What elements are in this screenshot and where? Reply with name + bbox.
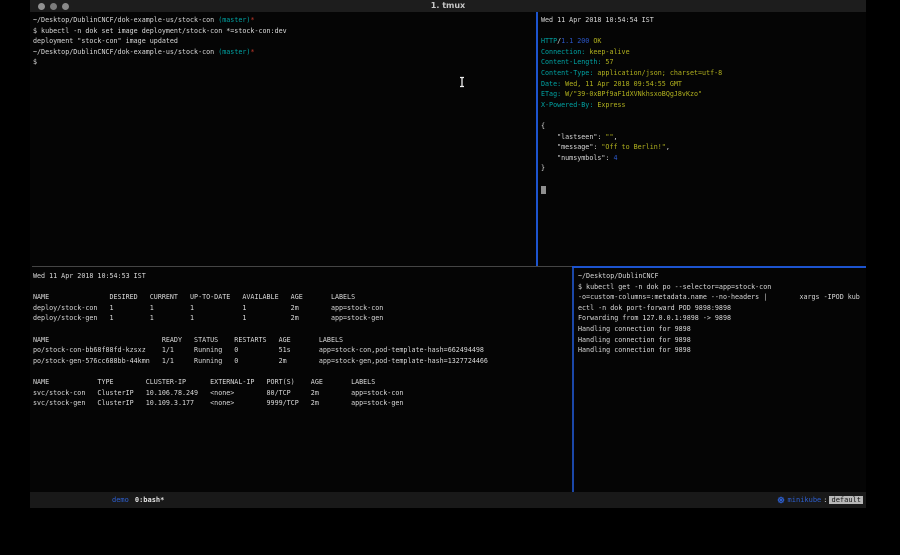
terminal-line	[33, 324, 572, 335]
window-titlebar[interactable]: 1. tmux	[30, 0, 866, 12]
pane-top-right-http-response[interactable]: Wed 11 Apr 2018 10:54:54 IST HTTP/1.1 200…	[538, 12, 866, 266]
desktop-background: 1. tmux ~/Desktop/DublinCNCF/dok-example…	[0, 0, 900, 555]
terminal-line: $	[33, 57, 536, 68]
terminal-line: }	[541, 163, 866, 174]
terminal-line: "lastseen": "",	[541, 132, 866, 143]
terminal-line: Date: Wed, 11 Apr 2018 09:54:55 GMT	[541, 79, 866, 90]
text-cursor-pointer-icon	[458, 76, 466, 88]
terminal-line: deploy/stock-con 1 1 1 1 2m app=stock-co…	[33, 303, 572, 314]
terminal-line: $ kubectl get -n dok po --selector=app=s…	[578, 282, 866, 293]
pane-divider-horizontal-left[interactable]	[32, 266, 572, 267]
terminal-line: Forwarding from 127.0.0.1:9898 -> 9898	[578, 313, 866, 324]
terminal-line: Handling connection for 9898	[578, 335, 866, 346]
kube-separator: :	[823, 496, 827, 504]
kube-namespace-badge: default	[829, 496, 863, 504]
pane-top-left-shell[interactable]: ~/Desktop/DublinCNCF/dok-example-us/stoc…	[30, 12, 536, 266]
tmux-session-area: ~/Desktop/DublinCNCF/dok-example-us/stoc…	[30, 12, 866, 492]
terminal-line: Handling connection for 9898	[578, 345, 866, 356]
pane-bottom-left-kubectl-tables[interactable]: Wed 11 Apr 2018 10:54:53 IST NAME DESIRED…	[30, 268, 572, 492]
terminal-line: -o=custom-columns=:metadata.name --no-he…	[578, 292, 866, 303]
terminal-line: ~/Desktop/DublinCNCF/dok-example-us/stoc…	[33, 15, 536, 26]
terminal-line: Content-Length: 57	[541, 57, 866, 68]
status-bar-right: minikube : default	[777, 496, 863, 504]
terminal-line	[33, 366, 572, 377]
tmux-status-bar: demo 0:bash* minikube : default	[30, 492, 866, 508]
terminal-line: NAME TYPE CLUSTER-IP EXTERNAL-IP PORT(S)…	[33, 377, 572, 388]
window-title: 1. tmux	[30, 1, 866, 10]
terminal-line: Wed 11 Apr 2018 10:54:54 IST	[541, 15, 866, 26]
terminal-line	[33, 282, 572, 293]
kube-context-label: minikube	[788, 496, 822, 504]
terminal-line: svc/stock-gen ClusterIP 10.109.3.177 <no…	[33, 398, 572, 409]
terminal-line: deployment "stock-con" image updated	[33, 36, 536, 47]
terminal-line: Wed 11 Apr 2018 10:54:53 IST	[33, 271, 572, 282]
terminal-line: Connection: keep-alive	[541, 47, 866, 58]
terminal-line: NAME READY STATUS RESTARTS AGE LABELS	[33, 335, 572, 346]
terminal-line	[541, 174, 866, 185]
terminal-line: ~/Desktop/DublinCNCF/dok-example-us/stoc…	[33, 47, 536, 58]
terminal-line: $ kubectl -n dok set image deployment/st…	[33, 26, 536, 37]
terminal-line: X-Powered-By: Express	[541, 100, 866, 111]
terminal-line: ectl -n dok port-forward POD 9898:9898	[578, 303, 866, 314]
terminal-window: 1. tmux ~/Desktop/DublinCNCF/dok-example…	[30, 0, 866, 508]
terminal-line: svc/stock-con ClusterIP 10.106.78.249 <n…	[33, 388, 572, 399]
tmux-window-item[interactable]: 0:bash*	[135, 496, 165, 504]
terminal-line: po/stock-con-bb68f88fd-kzsxz 1/1 Running…	[33, 345, 572, 356]
terminal-line: po/stock-gen-576cc688bb-44kmn 1/1 Runnin…	[33, 356, 572, 367]
terminal-line: ETag: W/"39-0xBPf9aF1dXVNkhsxoBQgJ8vKzo"	[541, 89, 866, 100]
terminal-line: "message": "Off to Berlin!",	[541, 142, 866, 153]
terminal-line: ~/Desktop/DublinCNCF	[578, 271, 866, 282]
terminal-line	[541, 26, 866, 37]
status-bar-left: demo 0:bash*	[112, 496, 164, 504]
terminal-line: "numsymbols": 4	[541, 153, 866, 164]
tmux-session-name: demo	[112, 496, 129, 504]
terminal-line	[541, 185, 866, 196]
pane-bottom-right-port-forward[interactable]: ~/Desktop/DublinCNCF$ kubectl get -n dok…	[575, 268, 866, 492]
terminal-line: deploy/stock-gen 1 1 1 1 2m app=stock-ge…	[33, 313, 572, 324]
terminal-line: HTTP/1.1 200 OK	[541, 36, 866, 47]
terminal-line: NAME DESIRED CURRENT UP-TO-DATE AVAILABL…	[33, 292, 572, 303]
terminal-line: {	[541, 121, 866, 132]
terminal-line: Handling connection for 9898	[578, 324, 866, 335]
terminal-line: Content-Type: application/json; charset=…	[541, 68, 866, 79]
terminal-line	[541, 110, 866, 121]
kubernetes-helm-icon	[777, 496, 785, 504]
pane-divider-vertical-bottom[interactable]	[572, 268, 574, 492]
